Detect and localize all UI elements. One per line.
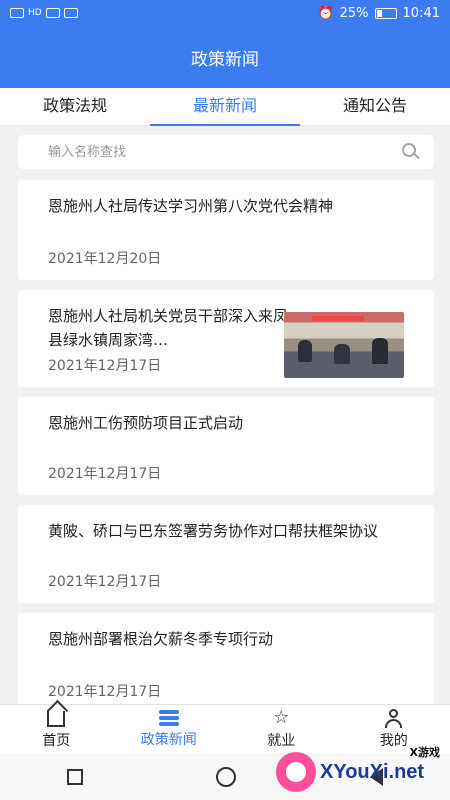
news-title: 恩施州部署根治欠薪冬季专项行动 [48, 630, 274, 648]
sim-icon [10, 8, 24, 18]
nav-policy-news[interactable]: 政策新闻 [113, 705, 226, 754]
news-item[interactable]: 恩施州人社局机关党员干部深入来凤县绿水镇周家湾… 2021年12月17日 [18, 290, 434, 387]
tab-bar: 政策法规 最新新闻 通知公告 [0, 88, 450, 126]
battery-icon [374, 7, 397, 19]
watermark-logo [276, 752, 316, 792]
status-bar: HD ⏰ 25% 10:41 [0, 0, 450, 26]
search-icon[interactable] [402, 143, 420, 161]
recent-apps-icon[interactable] [66, 769, 83, 785]
thumbnail-figure [372, 338, 388, 364]
news-list: 恩施州人社局传达学习州第八次党代会精神 2021年12月20日 恩施州人社局机关… [18, 180, 434, 723]
news-icon [158, 710, 179, 726]
wifi-icon [45, 8, 60, 18]
nav-label: 首页 [42, 733, 71, 749]
news-thumbnail [284, 312, 404, 378]
page-title: 政策新闻 [191, 49, 259, 70]
news-date: 2021年12月17日 [48, 466, 162, 482]
alarm-icon: ⏰ [317, 5, 334, 21]
tab-latest-news[interactable]: 最新新闻 [150, 88, 300, 126]
title-bar: 政策新闻 [0, 26, 450, 88]
nav-label: 政策新闻 [140, 732, 197, 748]
clock: 10:41 [402, 5, 440, 21]
home-icon [46, 709, 66, 727]
news-title: 黄陂、硚口与巴东签署劳务协作对口帮扶框架协议 [48, 522, 379, 540]
news-item[interactable]: 恩施州部署根治欠薪冬季专项行动 2021年12月17日 [18, 613, 434, 713]
battery-percent: 25% [339, 5, 369, 21]
notification-icon [63, 8, 78, 18]
nav-home[interactable]: 首页 [0, 705, 113, 754]
star-icon: ☆ [273, 707, 290, 728]
news-title: 恩施州人社局传达学习州第八次党代会精神 [48, 197, 334, 215]
watermark: X游戏 XYouXi.net [276, 744, 446, 800]
signal-label: HD [28, 8, 42, 18]
search-input[interactable] [48, 144, 402, 160]
news-title: 恩施州工伤预防项目正式启动 [48, 414, 244, 432]
news-date: 2021年12月17日 [48, 684, 162, 700]
news-item[interactable]: 黄陂、硚口与巴东签署劳务协作对口帮扶框架协议 2021年12月17日 [18, 505, 434, 603]
watermark-brand: XYouXi.net [320, 760, 425, 783]
user-icon [384, 709, 404, 728]
news-date: 2021年12月20日 [48, 251, 162, 267]
thumbnail-banner [312, 316, 364, 321]
status-left: HD [10, 8, 78, 18]
news-date: 2021年12月17日 [48, 358, 162, 374]
watermark-tag: X游戏 [409, 746, 440, 759]
news-item[interactable]: 恩施州人社局传达学习州第八次党代会精神 2021年12月20日 [18, 180, 434, 280]
thumbnail-figure [334, 344, 350, 364]
tab-notices[interactable]: 通知公告 [300, 88, 450, 125]
search-bar [18, 135, 434, 169]
status-right: ⏰ 25% 10:41 [317, 6, 440, 21]
news-item[interactable]: 恩施州工伤预防项目正式启动 2021年12月17日 [18, 397, 434, 495]
news-date: 2021年12月17日 [48, 574, 162, 590]
thumbnail-figure [298, 340, 312, 362]
home-button-icon[interactable] [216, 767, 237, 787]
search-icon-handle [413, 152, 420, 160]
tab-policy[interactable]: 政策法规 [0, 88, 150, 125]
